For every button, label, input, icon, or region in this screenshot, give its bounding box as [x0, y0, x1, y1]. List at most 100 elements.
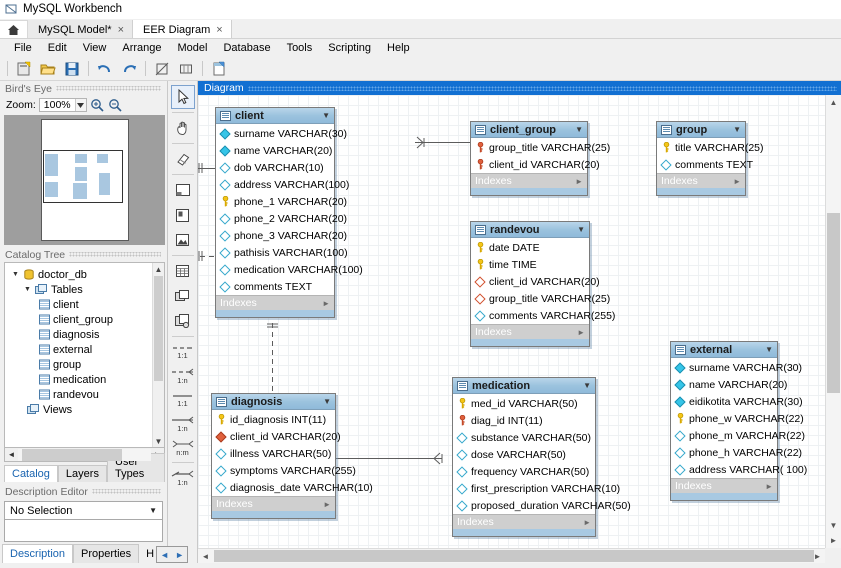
scroll-down-icon[interactable]: ▼: [153, 435, 164, 447]
home-tab[interactable]: [0, 20, 28, 39]
column-row[interactable]: surname VARCHAR(30): [216, 125, 347, 142]
entity-indexes-section[interactable]: Indexes ►: [216, 295, 334, 310]
relationship-pick-columns-tool[interactable]: 1:n: [170, 466, 196, 490]
entity-header[interactable]: randevou ▼: [471, 222, 589, 238]
expand-icon[interactable]: ►: [575, 177, 583, 186]
entity-header[interactable]: client_group ▼: [471, 122, 587, 138]
toggle-grid-icon[interactable]: [151, 59, 173, 79]
column-row[interactable]: medication VARCHAR(100): [216, 261, 363, 278]
column-row[interactable]: phone_1 VARCHAR(20): [216, 193, 347, 210]
column-row[interactable]: client_id VARCHAR(20): [212, 428, 341, 445]
column-row[interactable]: dose VARCHAR(50): [453, 446, 595, 463]
entity-client-group[interactable]: client_group ▼ group_title VARCHAR(25) c…: [470, 121, 610, 196]
column-row[interactable]: eidikotita VARCHAR(30): [671, 393, 803, 410]
column-row[interactable]: comments TEXT: [216, 278, 334, 295]
scroll-left-icon[interactable]: ◄: [198, 552, 213, 561]
relationship-n-m-identifying-tool[interactable]: n:m: [170, 436, 196, 460]
hscrollbar-thumb[interactable]: [214, 550, 814, 562]
entity-indexes-section[interactable]: Indexes ►: [453, 514, 595, 529]
tab-history[interactable]: H: [139, 545, 156, 563]
redo-icon[interactable]: [118, 59, 140, 79]
menu-file[interactable]: File: [6, 39, 40, 57]
menu-edit[interactable]: Edit: [40, 39, 75, 57]
entity-header[interactable]: diagnosis ▼: [212, 394, 335, 410]
zoom-in-icon[interactable]: [90, 98, 105, 113]
image-tool[interactable]: [171, 228, 195, 252]
expand-icon[interactable]: ►: [323, 500, 331, 509]
nav-prev-icon[interactable]: ◄: [157, 550, 172, 560]
selection-dropdown[interactable]: No Selection ▼: [4, 501, 163, 520]
entity-external[interactable]: external ▼ surname VARCHAR(30) name VARC…: [670, 341, 807, 501]
column-row[interactable]: substance VARCHAR(50): [453, 429, 595, 446]
column-row[interactable]: client_id VARCHAR(20): [471, 156, 600, 173]
tree-node-tables[interactable]: ▼ Tables: [9, 282, 164, 297]
vscrollbar-thumb[interactable]: [827, 213, 840, 393]
column-row[interactable]: pathisis VARCHAR(100): [216, 244, 348, 261]
toggle-page-guides-icon[interactable]: [175, 59, 197, 79]
expand-icon[interactable]: ►: [322, 299, 330, 308]
catalog-tree[interactable]: ▼ doctor_db ▼ Tables client client_group…: [4, 262, 165, 448]
column-row[interactable]: diag_id INT(11): [453, 412, 595, 429]
tree-node-views[interactable]: Views: [9, 402, 164, 417]
tab-eer-diagram[interactable]: EER Diagram ×: [133, 20, 232, 39]
nav-next-icon[interactable]: ►: [172, 550, 187, 560]
column-row[interactable]: phone_h VARCHAR(22): [671, 444, 802, 461]
chevron-down-icon[interactable]: [74, 99, 86, 111]
column-row[interactable]: client_id VARCHAR(20): [471, 273, 600, 290]
tree-item-external[interactable]: external: [9, 342, 164, 357]
column-row[interactable]: date DATE: [471, 239, 589, 256]
scroll-up-icon[interactable]: ▲: [153, 263, 164, 275]
scroll-resize-icon[interactable]: ►: [826, 533, 841, 548]
close-icon[interactable]: ×: [118, 24, 124, 36]
new-diagram-icon[interactable]: [208, 59, 230, 79]
tab-layers[interactable]: Layers: [57, 465, 107, 482]
chevron-down-icon[interactable]: ▼: [575, 125, 583, 134]
chevron-down-icon[interactable]: ▼: [733, 125, 741, 134]
tree-item-medication[interactable]: medication: [9, 372, 164, 387]
column-row[interactable]: time TIME: [471, 256, 589, 273]
menu-database[interactable]: Database: [215, 39, 278, 57]
relationship-line-dashed[interactable]: [272, 323, 273, 399]
layer-tool[interactable]: [171, 178, 195, 202]
tree-item-client-group[interactable]: client_group: [9, 312, 164, 327]
menu-arrange[interactable]: Arrange: [114, 39, 169, 57]
entity-group[interactable]: group ▼ title VARCHAR(25) comments TEXT …: [656, 121, 764, 196]
column-row[interactable]: first_prescription VARCHAR(10): [453, 480, 620, 497]
zoom-out-icon[interactable]: [108, 98, 123, 113]
entity-header[interactable]: external ▼: [671, 342, 777, 358]
column-row[interactable]: diagnosis_date VARCHAR(10): [212, 479, 373, 496]
relationship-1-1-identifying-tool[interactable]: 1:1: [170, 388, 196, 412]
entity-indexes-section[interactable]: Indexes ►: [471, 324, 589, 339]
relationship-line[interactable]: [326, 458, 438, 459]
chevron-down-icon[interactable]: ▼: [323, 397, 331, 406]
hscroll-track[interactable]: [18, 448, 151, 461]
scroll-down-icon[interactable]: ▼: [826, 518, 841, 533]
menu-model[interactable]: Model: [170, 39, 216, 57]
scroll-left-icon[interactable]: ◄: [5, 450, 18, 459]
column-row[interactable]: id_diagnosis INT(11): [212, 411, 335, 428]
menu-scripting[interactable]: Scripting: [320, 39, 379, 57]
hand-tool[interactable]: [171, 116, 195, 140]
column-row[interactable]: med_id VARCHAR(50): [453, 395, 595, 412]
column-row[interactable]: comments VARCHAR(255): [471, 307, 615, 324]
close-icon[interactable]: ×: [216, 24, 222, 36]
triangle-down-icon[interactable]: ▼: [11, 270, 20, 279]
tree-item-group[interactable]: group: [9, 357, 164, 372]
chevron-down-icon[interactable]: ▼: [322, 111, 330, 120]
note-tool[interactable]: [171, 203, 195, 227]
column-row[interactable]: address VARCHAR( 100): [671, 461, 807, 478]
canvas-horizontal-scrollbar[interactable]: ◄ ►: [198, 548, 841, 563]
column-row[interactable]: illness VARCHAR(50): [212, 445, 335, 462]
entity-randevou[interactable]: randevou ▼ date DATE time TIME client_id…: [470, 221, 615, 347]
entity-header[interactable]: group ▼: [657, 122, 745, 138]
tab-properties[interactable]: Properties: [73, 544, 140, 563]
column-row[interactable]: phone_m VARCHAR(22): [671, 427, 805, 444]
column-row[interactable]: comments TEXT: [657, 156, 753, 173]
column-row[interactable]: title VARCHAR(25): [657, 139, 764, 156]
eraser-tool[interactable]: [171, 147, 195, 171]
column-row[interactable]: frequency VARCHAR(50): [453, 463, 595, 480]
column-row[interactable]: group_title VARCHAR(25): [471, 290, 610, 307]
save-model-icon[interactable]: [61, 59, 83, 79]
triangle-down-icon[interactable]: ▼: [23, 285, 32, 294]
expand-icon[interactable]: ►: [733, 177, 741, 186]
